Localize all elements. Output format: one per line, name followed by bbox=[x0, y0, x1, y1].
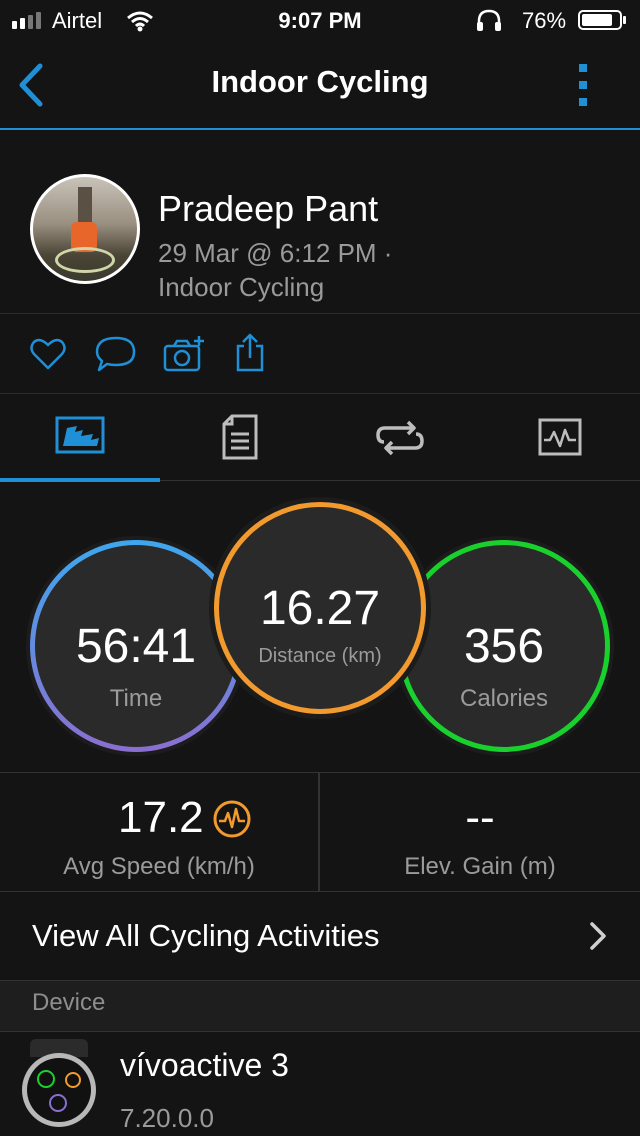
tab-laps-icon[interactable] bbox=[376, 420, 424, 456]
elev-gain-label: Elev. Gain (m) bbox=[404, 853, 556, 880]
tab-underline bbox=[160, 480, 640, 481]
avg-speed-cell[interactable]: 17.2 Avg Speed (km/h) bbox=[0, 773, 318, 891]
device-version: 7.20.0.0 bbox=[120, 1103, 214, 1133]
device-row[interactable]: vívoactive 3 7.20.0.0 bbox=[0, 1031, 640, 1136]
tab-summary[interactable] bbox=[0, 394, 160, 482]
avatar[interactable] bbox=[30, 174, 140, 284]
activity-type: Indoor Cycling bbox=[158, 272, 325, 302]
battery-percent: 76% bbox=[522, 8, 567, 33]
comment-icon[interactable] bbox=[94, 334, 138, 374]
calories-value: 356 bbox=[463, 620, 545, 673]
distance-stat-circle[interactable]: 16.27 Distance (km) bbox=[214, 502, 426, 714]
share-icon[interactable] bbox=[232, 332, 268, 374]
nav-bar: Indoor Cycling bbox=[0, 42, 640, 130]
time-value: 56:41 bbox=[75, 620, 197, 673]
avg-speed-value: 17.2 bbox=[118, 793, 204, 842]
tab-details-icon[interactable] bbox=[222, 414, 258, 460]
device-section-header: Device bbox=[0, 980, 640, 1032]
distance-label: Distance (km) bbox=[258, 645, 382, 667]
divider bbox=[0, 313, 640, 314]
calories-label: Calories bbox=[459, 685, 549, 712]
time-label: Time bbox=[109, 685, 163, 712]
more-menu-icon[interactable] bbox=[576, 62, 590, 108]
profile-name[interactable]: Pradeep Pant bbox=[158, 188, 378, 230]
add-photo-icon[interactable] bbox=[162, 334, 206, 374]
summary-chart-icon bbox=[55, 416, 105, 454]
view-all-activities-row[interactable]: View All Cycling Activities bbox=[0, 892, 640, 980]
device-section-title: Device bbox=[32, 989, 106, 1016]
elev-gain-value: -- bbox=[465, 793, 495, 842]
like-heart-icon[interactable] bbox=[28, 334, 68, 374]
page-title: Indoor Cycling bbox=[211, 64, 429, 99]
avg-speed-label: Avg Speed (km/h) bbox=[63, 853, 255, 880]
time-stat-circle[interactable]: 56:41 Time bbox=[30, 540, 242, 752]
view-all-label: View All Cycling Activities bbox=[32, 918, 380, 953]
tab-charts-icon[interactable] bbox=[538, 418, 582, 456]
battery-icon bbox=[578, 10, 626, 30]
calories-stat-circle[interactable]: 356 Calories bbox=[398, 540, 610, 752]
watch-icon bbox=[22, 1053, 96, 1127]
headphones-icon bbox=[477, 9, 501, 31]
heart-rate-icon bbox=[213, 800, 251, 838]
elev-gain-cell[interactable]: -- Elev. Gain (m) bbox=[320, 773, 640, 891]
status-bar: Airtel 9:07 PM 76% bbox=[0, 0, 640, 42]
chevron-right-icon bbox=[590, 922, 606, 950]
activity-date: 29 Mar @ 6:12 PM · bbox=[158, 238, 393, 268]
device-name: vívoactive 3 bbox=[120, 1047, 289, 1083]
distance-value: 16.27 bbox=[259, 582, 381, 635]
